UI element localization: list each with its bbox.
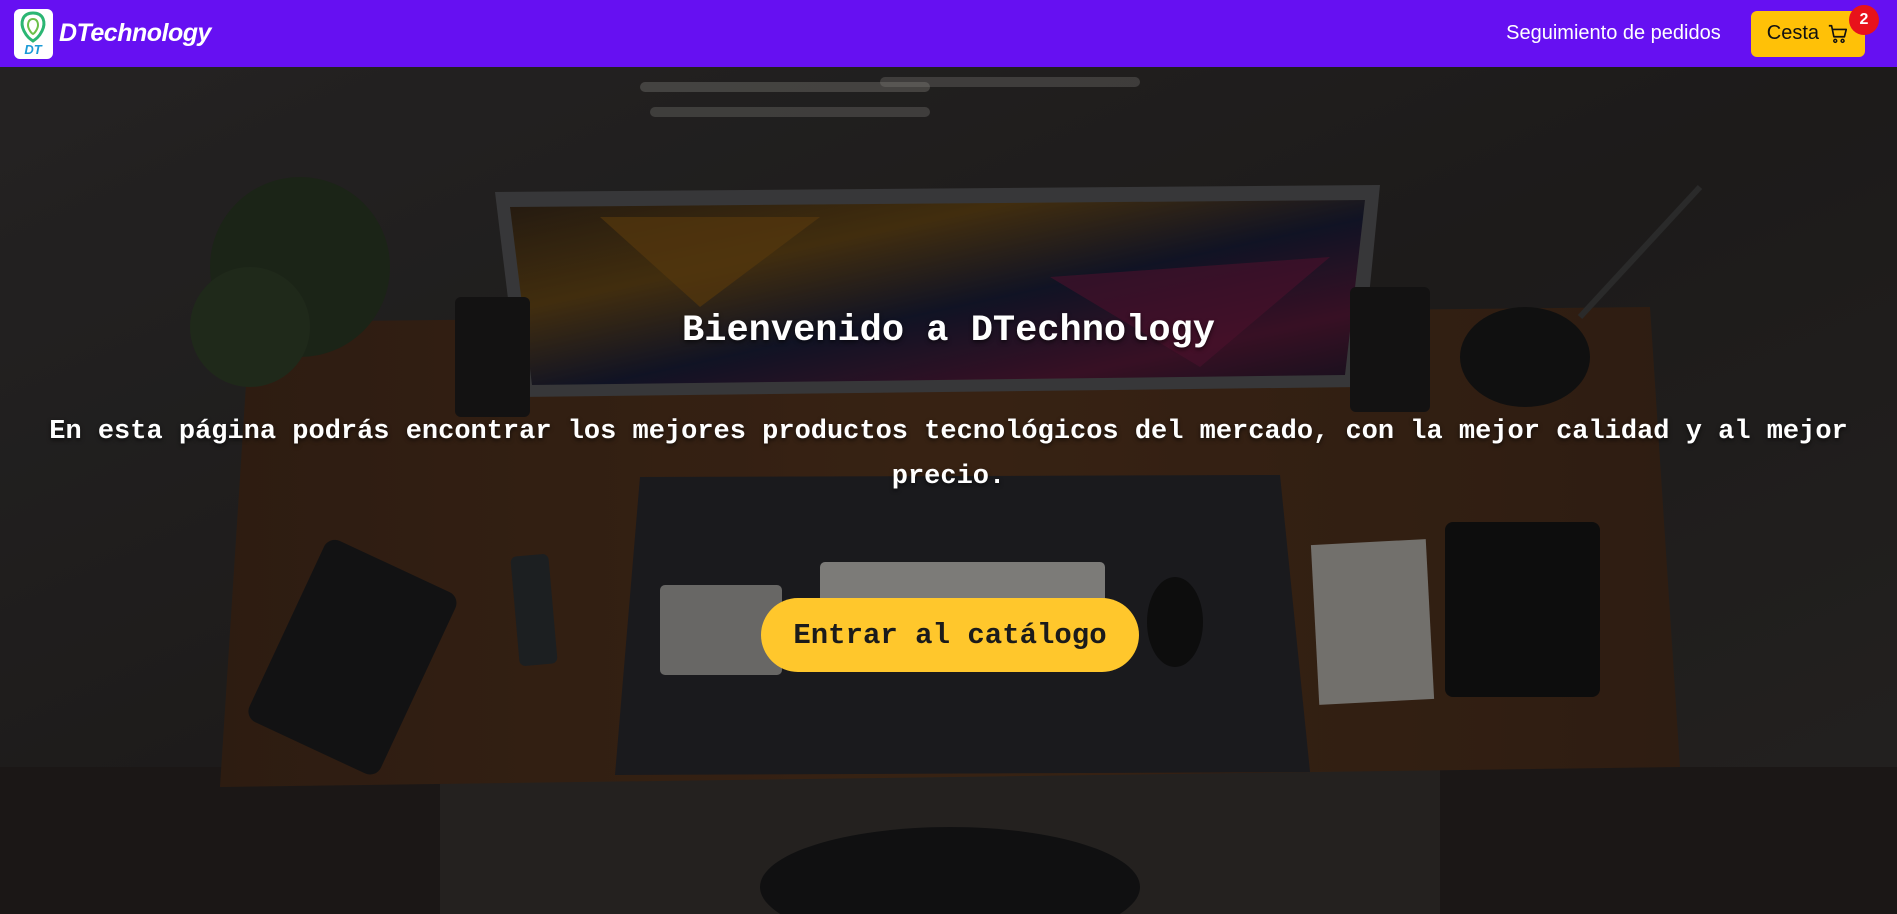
shopping-cart-icon bbox=[1828, 24, 1848, 43]
hero-title: Bienvenido a DTechnology bbox=[682, 310, 1215, 352]
logo-icon: DT bbox=[20, 10, 46, 57]
cart-count-badge: 2 bbox=[1849, 4, 1879, 35]
order-tracking-link[interactable]: Seguimiento de pedidos bbox=[1506, 22, 1721, 45]
brand-logo: DT bbox=[14, 8, 53, 59]
svg-text:DT: DT bbox=[24, 42, 42, 57]
hero-section: Bienvenido a DTechnology En esta página … bbox=[0, 67, 1897, 914]
cart-button[interactable]: Cesta 2 bbox=[1750, 4, 1879, 57]
top-navbar: DT DTechnology Seguimiento de pedidos Ce… bbox=[0, 0, 1897, 67]
brand-link[interactable]: DT DTechnology bbox=[14, 8, 211, 59]
hero-subtitle: En esta página podrás encontrar los mejo… bbox=[49, 417, 1848, 492]
brand-name: DTechnology bbox=[59, 19, 211, 47]
nav-right: Seguimiento de pedidos Cesta 2 bbox=[1506, 4, 1883, 57]
enter-catalog-button[interactable]: Entrar al catálogo bbox=[761, 598, 1139, 672]
cart-label: Cesta bbox=[1766, 22, 1819, 44]
